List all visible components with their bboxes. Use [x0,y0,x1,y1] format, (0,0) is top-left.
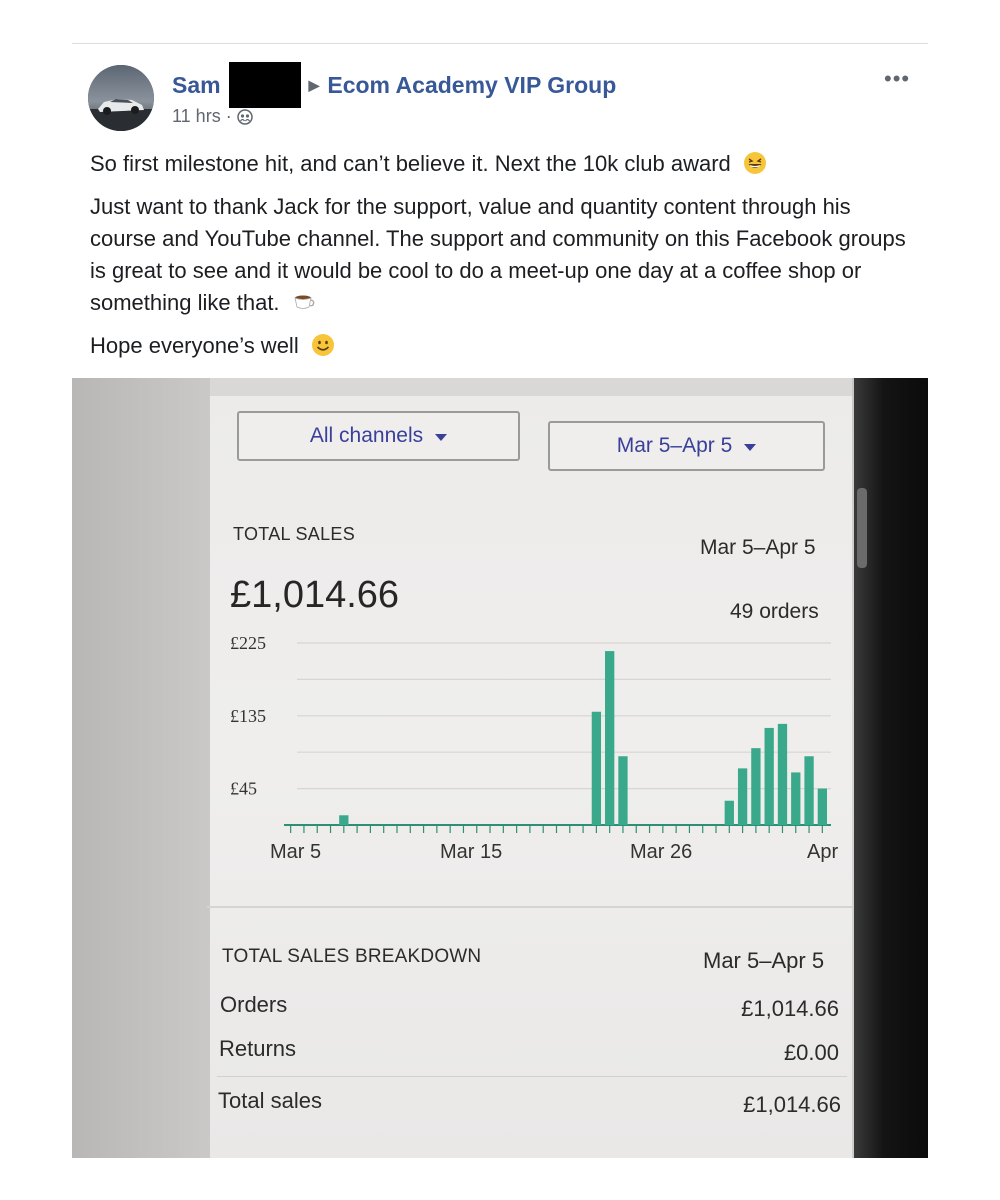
paragraph-text: Hope everyone’s well [90,333,299,358]
group-privacy-icon [236,108,253,125]
post-photo[interactable]: All channels Mar 5–Apr 5 TOTAL SALES Mar… [72,378,928,1158]
x-tick-label: Mar 5 [270,841,321,863]
breakdown-row-value: £0.00 [783,1040,839,1065]
channels-dropdown-label: All channels [309,424,424,447]
sales-bar-chart: £225 £135 £45 Mar 5 Mar 15 Mar 26 Apr 5 [230,633,842,863]
screen-top-edge [210,378,852,396]
grinning-squinting-emoji-icon [743,152,766,174]
sales-bar [737,768,748,825]
sales-bar [339,815,349,825]
photo-background [72,378,212,1158]
paragraph-text: So first milestone hit, and can’t believ… [90,151,731,176]
sales-bar [804,756,814,825]
redacted-name-block [228,62,301,108]
avatar[interactable] [88,65,154,131]
sales-bar [605,651,615,825]
caret-down-icon [435,433,448,441]
sales-bar [791,772,801,825]
breakdown-row-value: £1,014.66 [743,1092,841,1117]
x-tick-label: Apr 5 [807,841,842,863]
sales-bar [817,788,828,825]
right-arrow-icon: ▶ [308,76,320,93]
post-paragraph-2: Just want to thank Jack for the support,… [90,191,910,319]
date-range-dropdown: Mar 5–Apr 5 [548,421,825,471]
breakdown-range: Mar 5–Apr 5 [703,948,825,973]
paragraph-text: Just want to thank Jack for the support,… [90,194,906,315]
post-paragraph-3: Hope everyone’s well [90,330,910,362]
sales-bar [777,723,788,825]
coffee-cup-emoji-icon [294,295,315,309]
section-divider [207,906,852,908]
screen-scrollbar [857,488,867,568]
breakdown-row-value: £1,014.66 [741,996,839,1021]
more-options-icon[interactable]: ••• [884,66,910,92]
row-divider [217,1076,847,1077]
group-name[interactable]: Ecom Academy VIP Group [327,72,616,99]
breakdown-row-label: Returns [219,1036,297,1061]
breakdown-label: TOTAL SALES BREAKDOWN [222,946,482,967]
total-sales-range: Mar 5–Apr 5 [700,536,816,559]
post-paragraph-1: So first milestone hit, and can’t believ… [90,148,910,180]
post-top-divider [72,43,928,44]
sales-bar [751,748,761,825]
post-header: Sam ▶ Ecom Academy VIP Group [172,62,616,108]
post-meta: 11 hrs · [172,106,253,127]
orders-count: 49 orders [730,600,819,623]
caret-down-icon [744,443,757,451]
meta-separator: · [225,106,232,126]
total-sales-value: £1,014.66 [230,574,400,616]
y-tick-label: £225 [230,633,266,653]
x-tick-label: Mar 26 [630,841,692,863]
y-tick-label: £135 [230,706,266,726]
date-range-dropdown-label: Mar 5–Apr 5 [616,434,733,457]
y-tick-label: £45 [230,779,257,799]
total-sales-label: TOTAL SALES [233,524,356,544]
breakdown-row-label: Total sales [218,1088,322,1113]
breakdown-row-label: Orders [220,992,288,1017]
sales-bar [764,727,774,825]
post-time[interactable]: 11 hrs [172,106,221,127]
author-name[interactable]: Sam [172,72,221,99]
sales-bar [724,800,734,825]
car-photo-icon [88,65,154,131]
smiling-emoji-icon [311,334,334,356]
channels-dropdown: All channels [237,411,520,461]
sales-bar [591,711,602,825]
sales-bar [618,756,628,825]
x-tick-label: Mar 15 [440,841,502,863]
